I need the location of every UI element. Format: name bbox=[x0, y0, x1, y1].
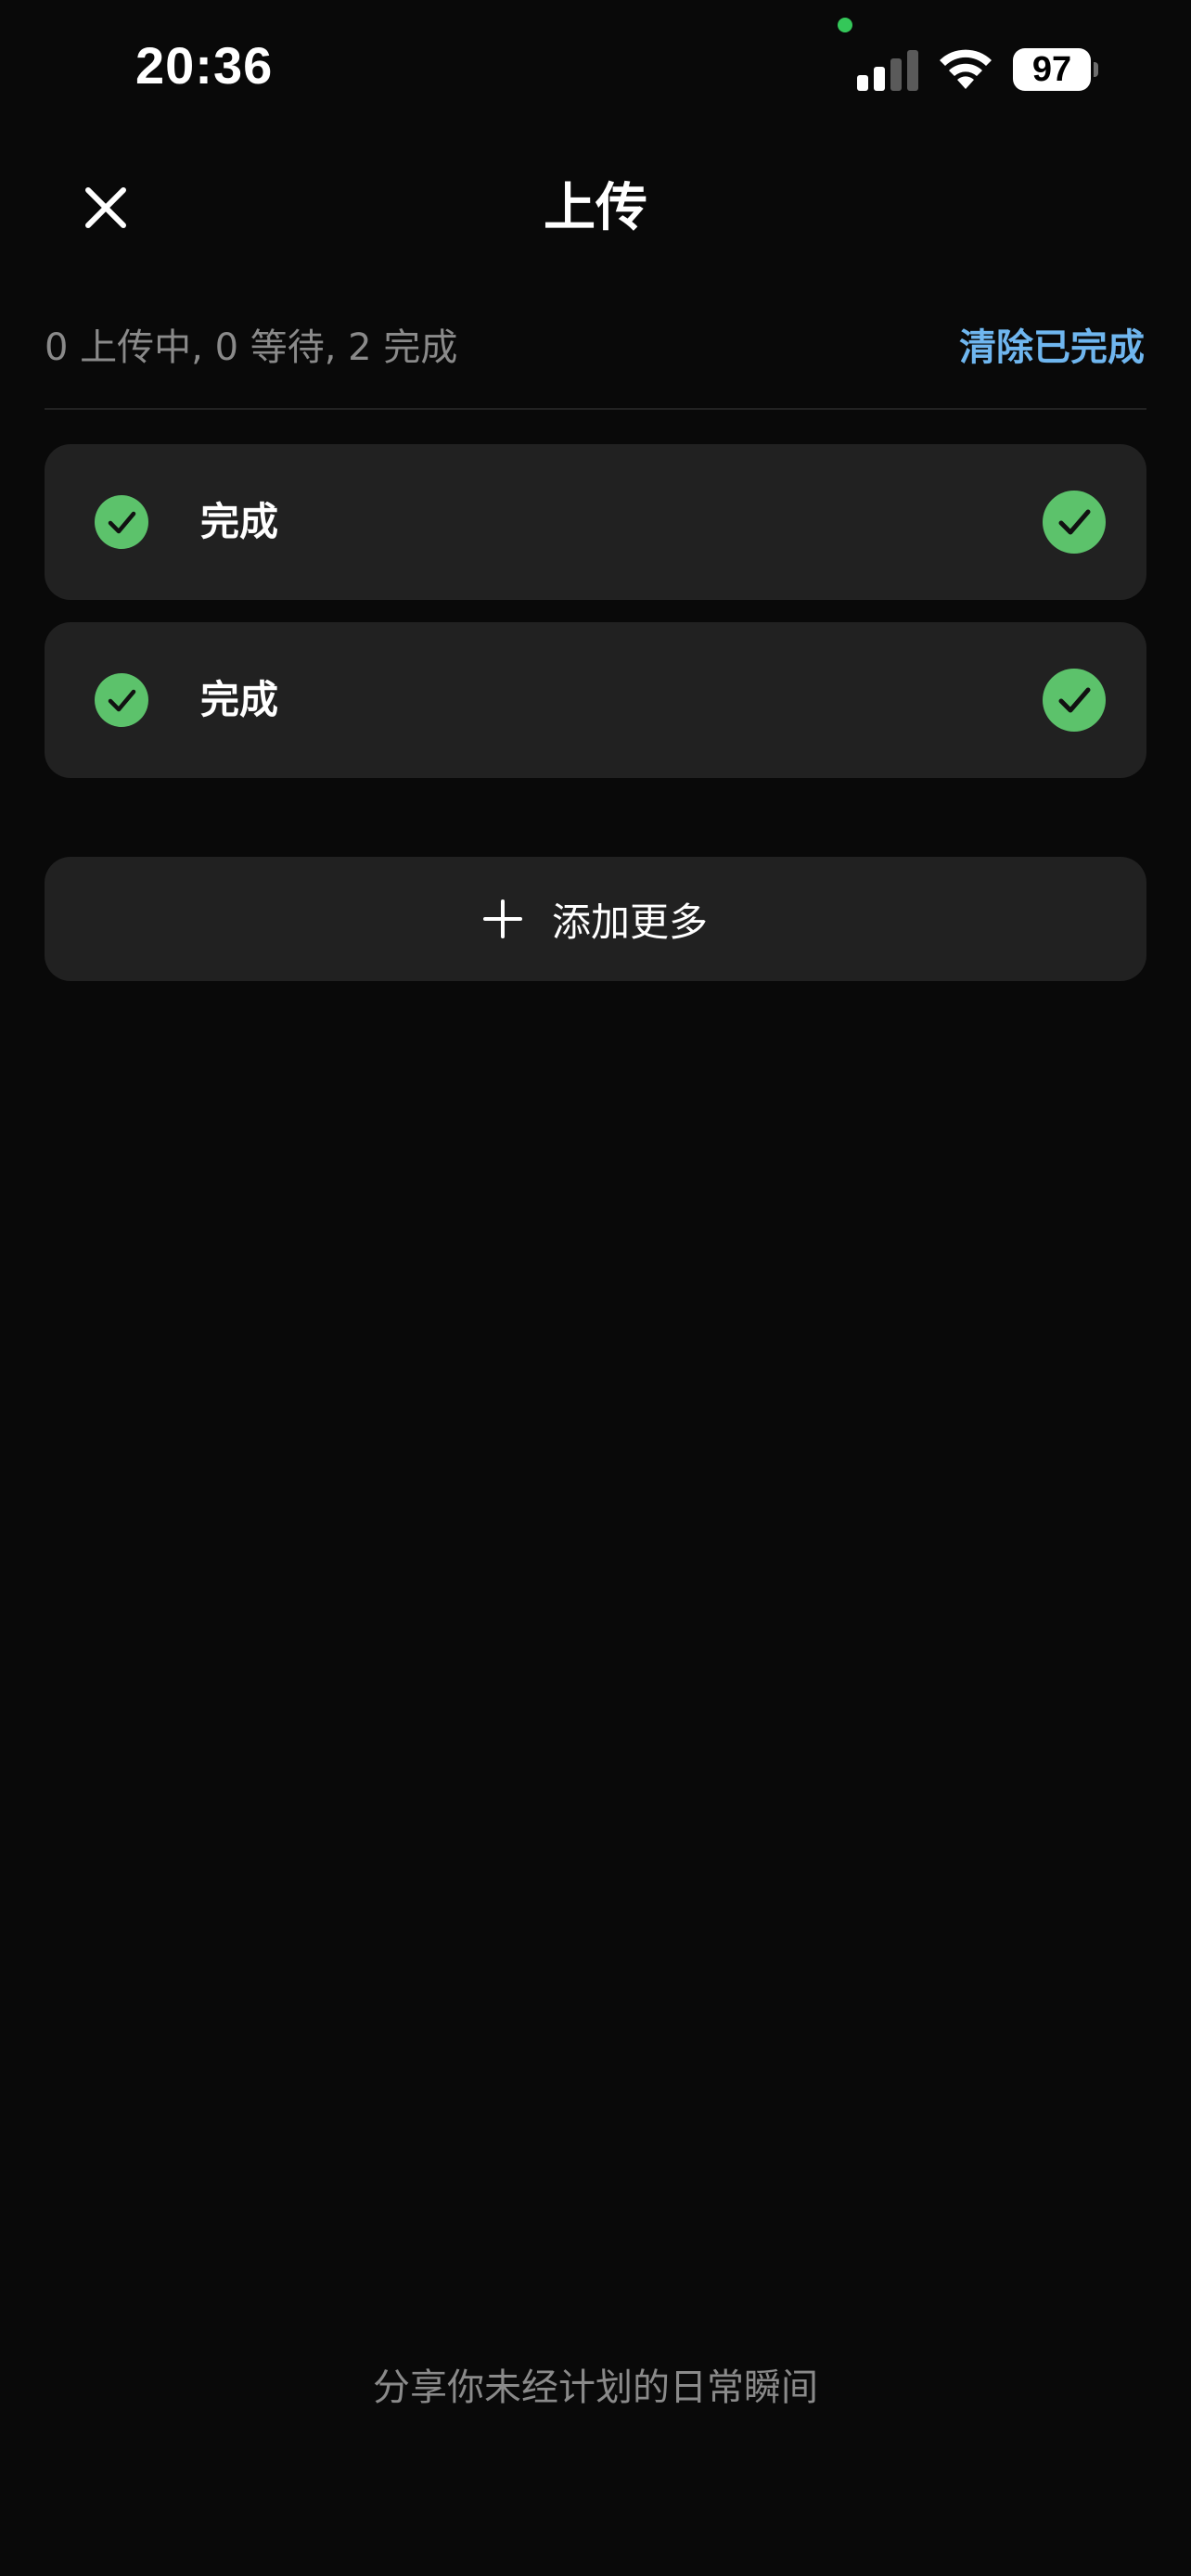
done-check-icon bbox=[1043, 491, 1106, 554]
check-circle-icon bbox=[95, 495, 148, 549]
upload-item-label: 完成 bbox=[200, 499, 279, 544]
add-more-button[interactable]: 添加更多 bbox=[45, 857, 1146, 981]
check-circle-icon bbox=[95, 673, 148, 727]
wifi-icon bbox=[940, 49, 992, 89]
footer-tagline: 分享你未经计划的日常瞬间 bbox=[373, 2366, 818, 2409]
upload-item[interactable]: 完成 bbox=[45, 622, 1146, 778]
upload-list: 完成 完成 bbox=[45, 444, 1146, 800]
divider bbox=[45, 408, 1146, 410]
upload-item[interactable]: 完成 bbox=[45, 444, 1146, 600]
plus-icon bbox=[482, 899, 522, 938]
status-bar: 20:36 97 bbox=[0, 0, 1191, 139]
add-more-label: 添加更多 bbox=[551, 899, 708, 945]
upload-summary: 0 上传中, 0 等待, 2 完成 bbox=[45, 326, 458, 369]
status-time: 20:36 bbox=[135, 36, 274, 95]
clear-completed-button[interactable]: 清除已完成 bbox=[959, 320, 1145, 376]
upload-item-label: 完成 bbox=[200, 677, 279, 722]
privacy-indicator-dot bbox=[838, 18, 852, 32]
page-title: 上传 bbox=[544, 178, 647, 238]
cellular-signal-icon bbox=[855, 48, 920, 91]
done-check-icon bbox=[1043, 669, 1106, 732]
battery-icon: 97 bbox=[1013, 48, 1098, 91]
battery-level: 97 bbox=[1013, 48, 1091, 91]
